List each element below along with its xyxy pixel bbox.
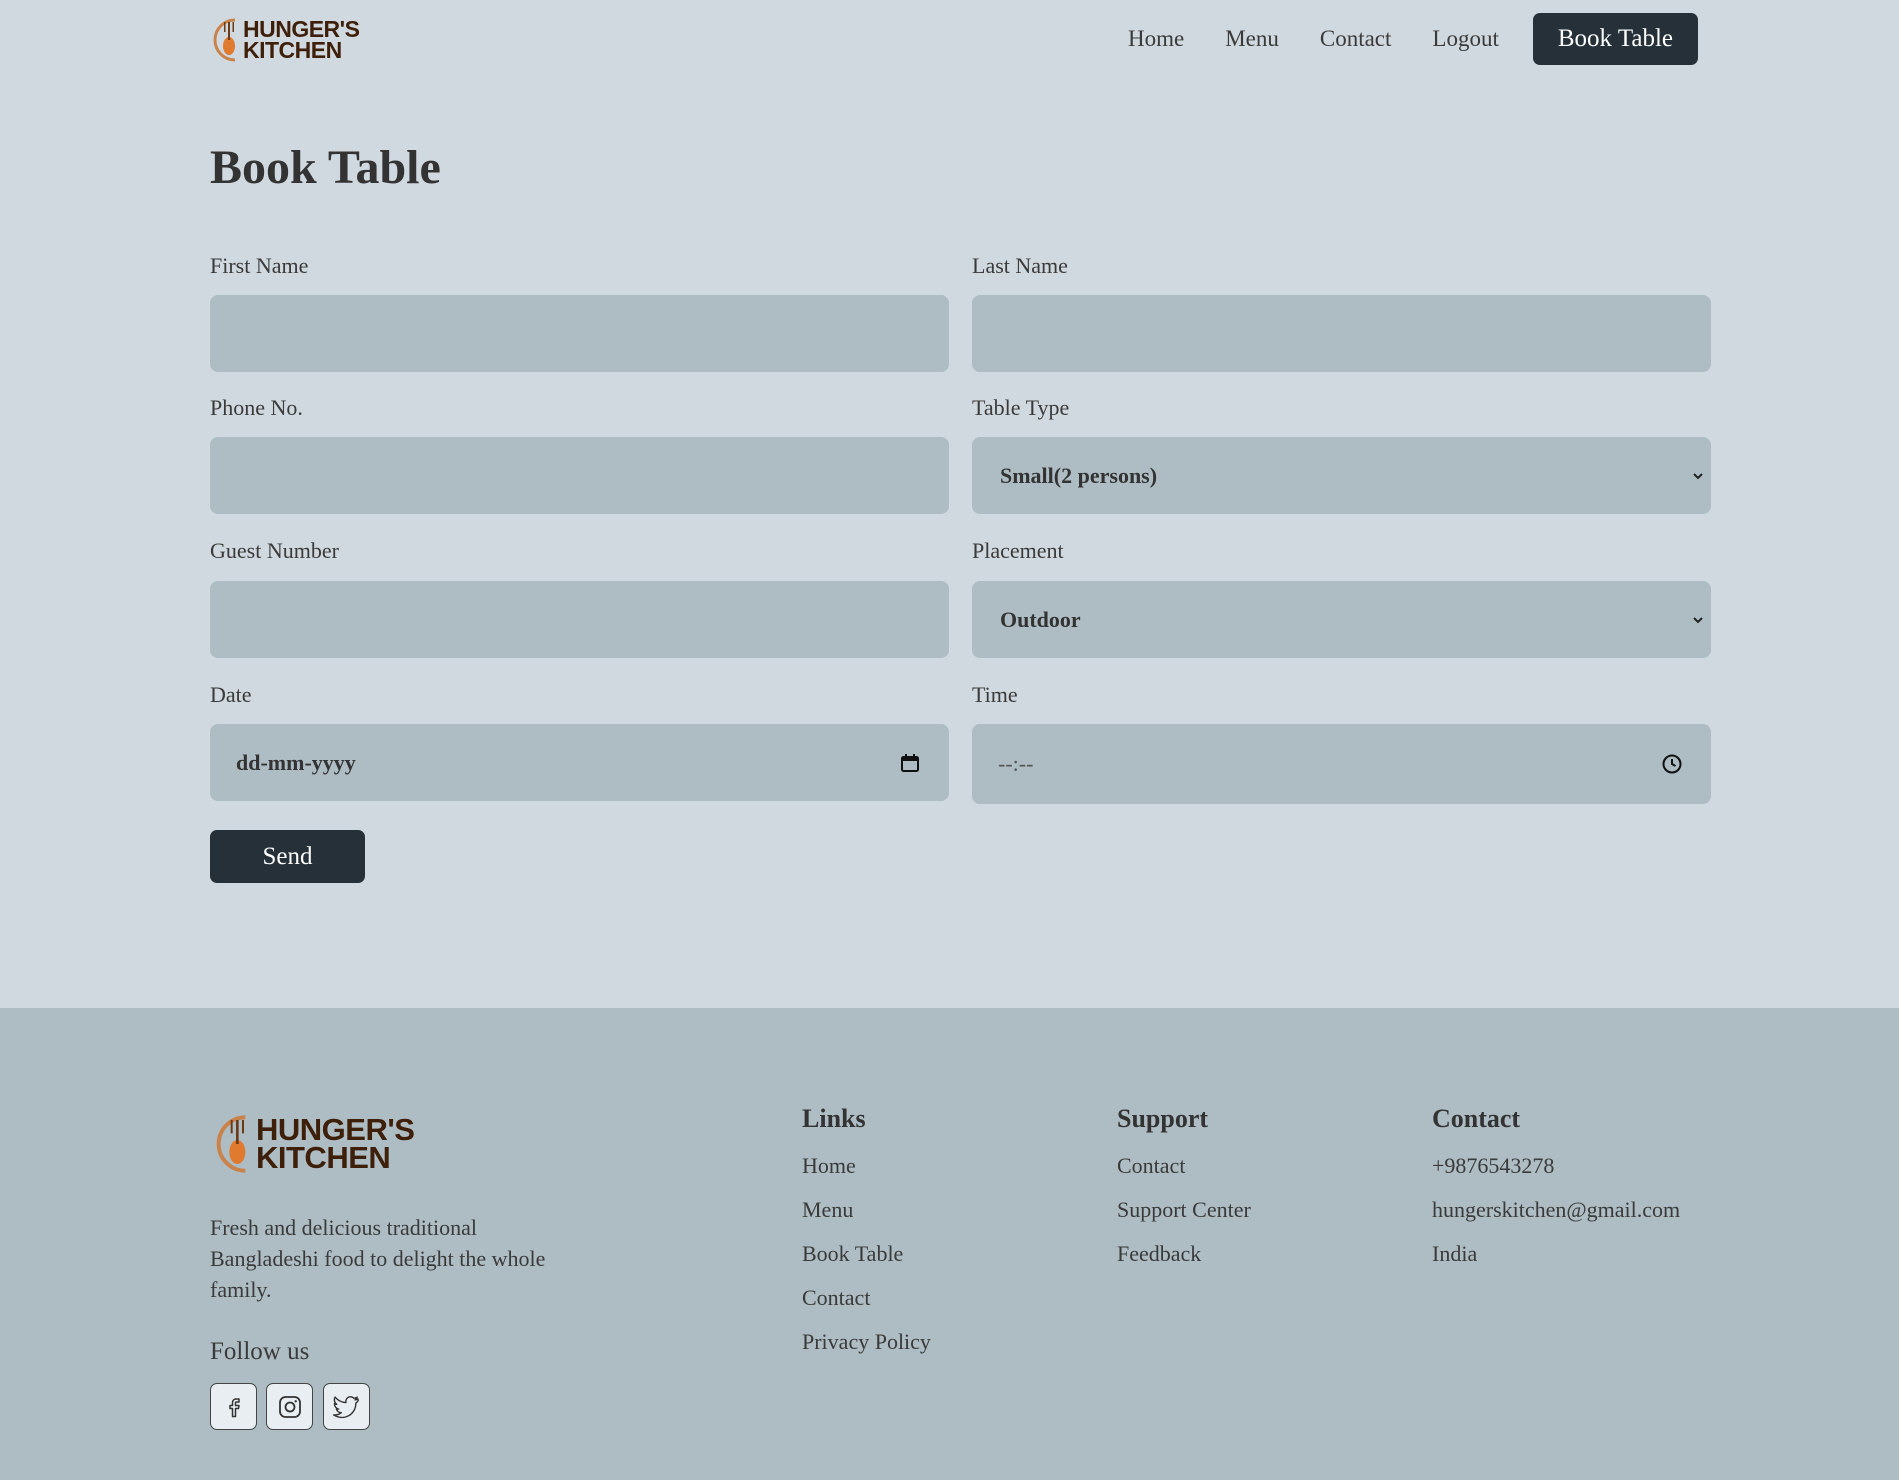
footer-support-column: Support Contact Support Center Feedback <box>1117 1104 1251 1284</box>
footer-contact-location: India <box>1432 1241 1478 1266</box>
footer-support-center[interactable]: Support Center <box>1117 1196 1251 1224</box>
send-button[interactable]: Send <box>210 830 365 883</box>
footer-links-column: Links Home Menu Book Table Contact Priva… <box>802 1104 931 1372</box>
date-label: Date <box>210 682 252 707</box>
follow-us-label: Follow us <box>210 1338 310 1365</box>
instagram-icon[interactable] <box>266 1383 313 1430</box>
placement-select[interactable]: Outdoor <box>972 581 1711 658</box>
site-header: HUNGER'S KITCHEN Home Menu Contact Logou… <box>0 0 1899 85</box>
footer-link-privacy-policy[interactable]: Privacy Policy <box>802 1328 931 1356</box>
nav-home[interactable]: Home <box>1128 26 1184 52</box>
chef-spoon-icon <box>213 18 236 62</box>
brand-logo[interactable]: HUNGER'S KITCHEN <box>213 16 360 64</box>
first-name-label: First Name <box>210 253 309 278</box>
table-type-select[interactable]: Small(2 persons) <box>972 437 1711 514</box>
footer-link-menu[interactable]: Menu <box>802 1196 931 1224</box>
twitter-icon[interactable] <box>323 1383 370 1430</box>
phone-input[interactable] <box>210 437 949 514</box>
footer-contact-email[interactable]: hungerskitchen@gmail.com <box>1432 1196 1680 1224</box>
chevron-down-icon <box>1693 472 1703 479</box>
footer-contact-heading: Contact <box>1432 1104 1521 1133</box>
first-name-input[interactable] <box>210 295 949 372</box>
brand-wordmark: HUNGER'S KITCHEN <box>243 16 360 63</box>
table-type-value: Small(2 persons) <box>1000 462 1158 488</box>
footer-support-heading: Support <box>1117 1104 1209 1133</box>
time-label: Time <box>972 682 1018 707</box>
footer-contact-column: Contact +9876543278 hungerskitchen@gmail… <box>1432 1104 1680 1284</box>
table-type-label: Table Type <box>972 395 1070 420</box>
nav-menu[interactable]: Menu <box>1225 26 1279 52</box>
nav-contact[interactable]: Contact <box>1320 26 1392 52</box>
nav-logout[interactable]: Logout <box>1432 26 1498 52</box>
phone-label: Phone No. <box>210 395 303 420</box>
footer-brand-logo[interactable]: HUNGER'S KITCHEN <box>216 1112 415 1176</box>
footer-support-contact[interactable]: Contact <box>1117 1152 1251 1180</box>
footer-link-book-table[interactable]: Book Table <box>802 1240 931 1268</box>
clock-icon[interactable] <box>1661 753 1683 775</box>
time-input[interactable]: --:-- <box>972 724 1711 804</box>
last-name-input[interactable] <box>972 295 1711 372</box>
date-placeholder: dd-mm-yyyy <box>236 749 356 775</box>
footer-link-contact[interactable]: Contact <box>802 1284 931 1312</box>
chef-spoon-icon <box>216 1115 246 1173</box>
footer-support-feedback[interactable]: Feedback <box>1117 1240 1251 1268</box>
calendar-icon[interactable] <box>899 752 921 774</box>
book-table-button[interactable]: Book Table <box>1532 13 1698 65</box>
placement-label: Placement <box>972 538 1064 563</box>
footer-brand-wordmark: HUNGER'S KITCHEN <box>256 1112 415 1175</box>
last-name-label: Last Name <box>972 253 1068 278</box>
page-title: Book Table <box>210 141 441 194</box>
chevron-down-icon <box>1693 616 1703 623</box>
facebook-icon[interactable] <box>210 1383 257 1430</box>
main-nav: Home Menu Contact Logout Book Table <box>1128 13 1698 65</box>
footer-contact-phone[interactable]: +9876543278 <box>1432 1152 1680 1180</box>
footer-link-home[interactable]: Home <box>802 1152 931 1180</box>
time-placeholder: --:-- <box>998 751 1034 776</box>
guest-number-input[interactable] <box>210 581 949 658</box>
footer-links-heading: Links <box>802 1104 866 1133</box>
date-input[interactable]: dd-mm-yyyy <box>210 724 949 801</box>
placement-value: Outdoor <box>1000 606 1081 632</box>
guest-number-label: Guest Number <box>210 538 339 563</box>
footer-description: Fresh and delicious traditional Banglade… <box>210 1215 546 1302</box>
